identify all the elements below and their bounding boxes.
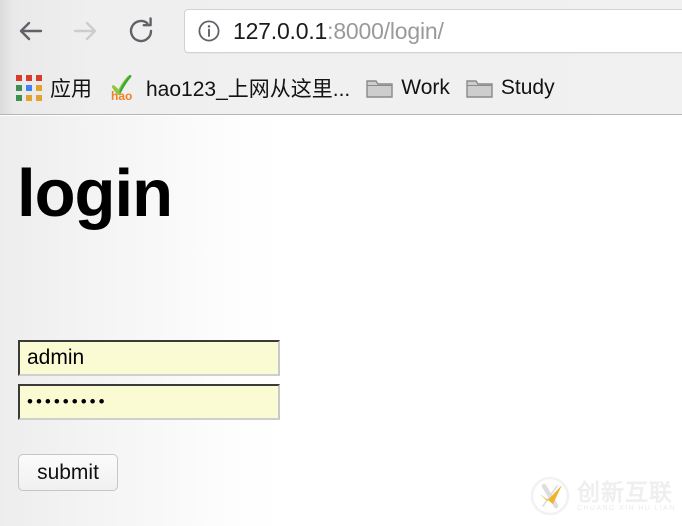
watermark-text: 创新互联 CHUANG XIN HU LIAN [577, 480, 676, 513]
submit-button[interactable]: submit [18, 454, 118, 491]
reload-button[interactable] [118, 8, 164, 54]
url-path: :8000/login/ [327, 17, 444, 44]
bookmark-study-label: Study [500, 76, 555, 99]
url-host: 127.0.0.1 [233, 17, 328, 44]
reload-icon [129, 17, 153, 43]
address-bar[interactable]: 127.0.0.1:8000/login/ [184, 9, 682, 53]
info-circle-icon[interactable] [197, 19, 221, 43]
browser-chrome: 127.0.0.1:8000/login/ 应用 hao hao123_上网从这… [0, 0, 682, 115]
bookmark-apps-label: 应用 [50, 78, 92, 101]
svg-text:hao: hao [111, 89, 132, 102]
back-button[interactable] [8, 8, 54, 54]
folder-icon [466, 77, 493, 99]
forward-button[interactable] [62, 8, 108, 54]
bookmark-study[interactable]: Study [466, 71, 555, 105]
bookmark-apps[interactable]: 应用 [16, 71, 92, 105]
watermark-pinyin-text: CHUANG XIN HU LIAN [577, 504, 676, 512]
chuangxin-logo-icon [526, 472, 574, 520]
arrow-right-icon [73, 21, 97, 41]
bookmark-hao123[interactable]: hao hao123_上网从这里... [108, 71, 350, 105]
watermark: 创新互联 CHUANG XIN HU LIAN [526, 470, 676, 522]
username-input[interactable] [18, 340, 280, 376]
page-content: login submit 创新互联 CHUANG XIN HU LIAN [0, 116, 682, 526]
hao123-favicon-icon: hao [108, 74, 138, 103]
bookmark-work[interactable]: Work [366, 71, 450, 105]
watermark-cn-text: 创新互联 [577, 478, 673, 505]
bookmark-hao123-label: hao123_上网从这里... [146, 78, 351, 101]
bookmarks-bar: 应用 hao hao123_上网从这里... Work Study [0, 62, 682, 114]
password-input[interactable] [18, 384, 280, 420]
arrow-left-icon [19, 21, 43, 41]
bookmark-work-label: Work [401, 76, 450, 99]
login-form: submit [18, 340, 318, 491]
apps-grid-icon [16, 75, 42, 101]
page-title: login [17, 156, 173, 231]
folder-icon [366, 77, 393, 99]
url-text: 127.0.0.1:8000/login/ [233, 18, 444, 45]
browser-toolbar: 127.0.0.1:8000/login/ [0, 0, 682, 62]
